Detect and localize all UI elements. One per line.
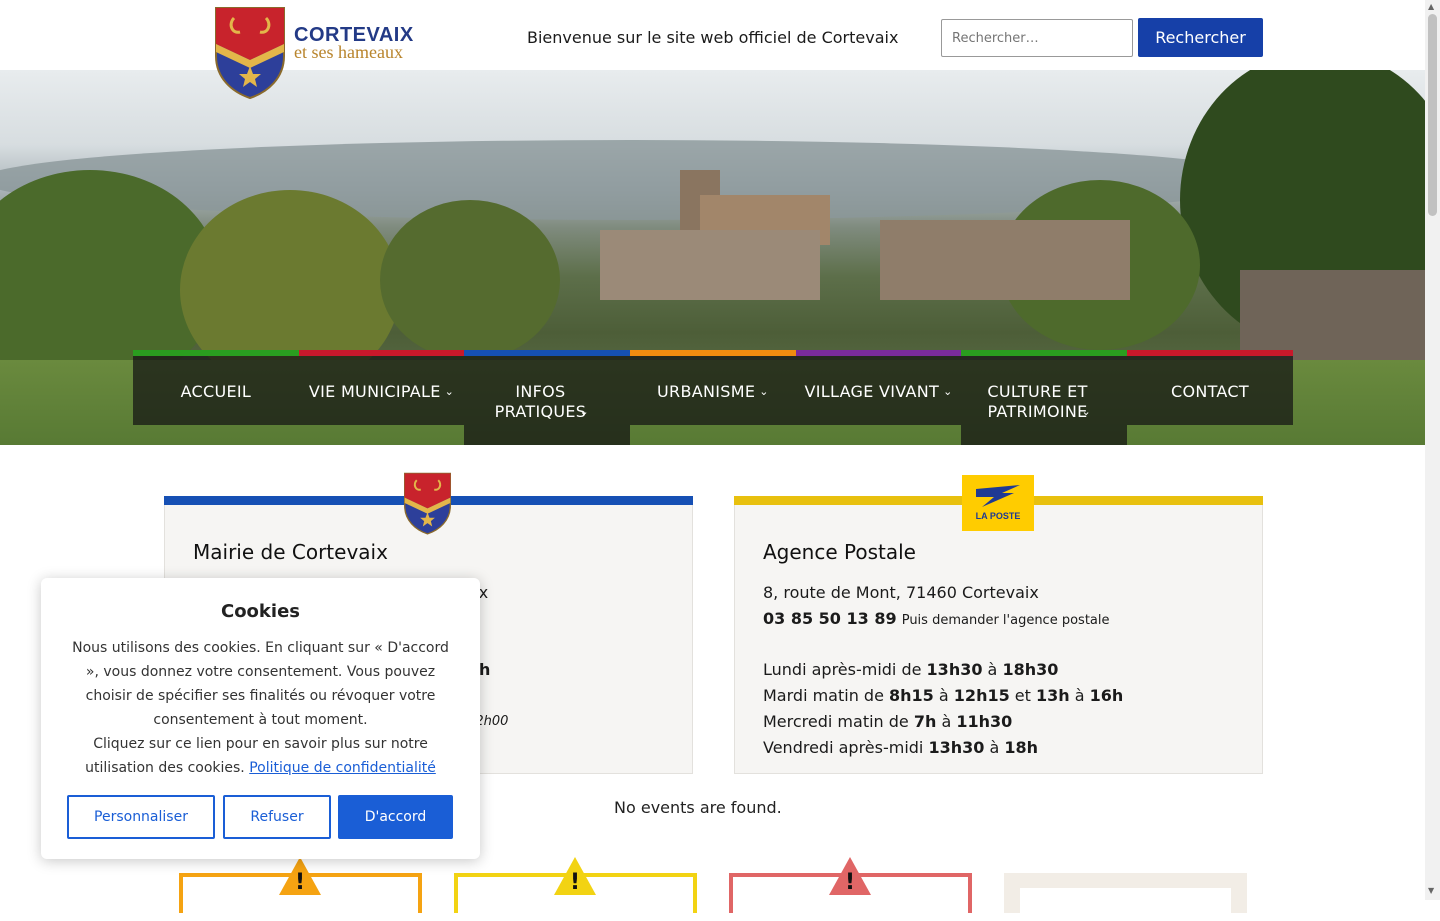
nav-contact[interactable]: CONTACT <box>1127 350 1293 425</box>
svg-text:LA POSTE: LA POSTE <box>976 511 1021 521</box>
hours-wednesday: Mercredi matin de 7h à 11h30 <box>763 712 1013 731</box>
refuse-button[interactable]: Refuser <box>223 795 331 839</box>
nav-label: VIE MUNICIPALE <box>308 381 441 401</box>
cookie-title: Cookies <box>220 601 300 622</box>
main-nav: ACCUEIL VIE MUNICIPALE ⌄ INFOS PRATIQUES ⌄… <box>133 350 1293 445</box>
nav-label: URBANISME <box>657 381 756 401</box>
nav-urbanisme[interactable]: URBANISME ⌄ <box>630 350 796 425</box>
nav-culture-patrimoine[interactable]: CULTURE ET PATRIMOINE ⌄ <box>961 350 1128 445</box>
scrollbar-thumb[interactable] <box>1428 14 1437 216</box>
cookie-dialog: Cookies Nous utilisons des cookies. En c… <box>41 578 480 859</box>
events-empty-message: No events are found. <box>614 798 782 817</box>
poste-phone-note: Puis demander l'agence postale <box>901 613 1110 628</box>
hours-monday: Lundi après-midi de 13h30 à 18h30 <box>763 660 1059 679</box>
cookie-text: Nous utilisons des cookies. En cliquant … <box>67 636 454 780</box>
chevron-down-icon: ⌄ <box>943 384 953 398</box>
poste-phone[interactable]: 03 85 50 13 89 <box>763 609 897 628</box>
privacy-policy-link[interactable]: Politique de confidentialité <box>249 760 436 776</box>
coat-of-arms-icon <box>404 472 451 535</box>
nav-village-vivant[interactable]: VILLAGE VIVANT ⌄ <box>795 350 962 425</box>
nav-infos-pratiques[interactable]: INFOS PRATIQUES ⌄ <box>464 350 631 445</box>
coat-of-arms-icon <box>215 7 285 100</box>
chevron-down-icon: ⌄ <box>579 404 589 418</box>
hours-friday: Vendredi après-midi 13h30 à 18h <box>763 738 1039 757</box>
logo-subtitle: et ses hameaux <box>294 42 403 62</box>
scroll-down-icon[interactable]: ▼ <box>1428 886 1434 895</box>
customize-button[interactable]: Personnaliser <box>67 795 215 839</box>
poste-phone-line: 03 85 50 13 89 Puis demander l'agence po… <box>763 609 1110 628</box>
hours-tuesday: Mardi matin de 8h15 à 12h15 et 13h à 16h <box>763 686 1124 705</box>
nav-label: CONTACT <box>1170 381 1249 401</box>
chevron-down-icon: ⌄ <box>444 384 455 398</box>
welcome-text: Bienvenue sur le site web officiel de Co… <box>527 28 899 47</box>
search-button[interactable]: Rechercher <box>1138 18 1263 57</box>
site-header: CORTEVAIX et ses hameaux Bienvenue sur l… <box>0 0 1425 100</box>
accept-button[interactable]: D'accord <box>338 795 453 839</box>
scroll-up-icon[interactable]: ▲ <box>1428 2 1434 11</box>
chevron-down-icon: ⌄ <box>1081 404 1092 418</box>
svg-text:!: ! <box>295 870 305 895</box>
poste-title: Agence Postale <box>763 540 916 564</box>
la-poste-logo: LA POSTE <box>962 475 1034 531</box>
nav-label: CULTURE ET PATRIMOINE <box>987 381 1088 421</box>
svg-text:!: ! <box>570 870 580 895</box>
nav-label: VILLAGE VIVANT <box>804 381 940 401</box>
site-logo[interactable]: CORTEVAIX et ses hameaux <box>212 4 432 100</box>
warning-icon: ! <box>829 857 871 895</box>
poste-card: Agence Postale 8, route de Mont, 71460 C… <box>734 496 1263 774</box>
poste-address: 8, route de Mont, 71460 Cortevaix <box>763 583 1039 602</box>
warning-icon: ! <box>279 857 321 895</box>
search-input[interactable] <box>941 19 1133 57</box>
cookie-consent-text: Nous utilisons des cookies. En cliquant … <box>72 640 449 728</box>
nav-accueil[interactable]: ACCUEIL <box>133 350 299 425</box>
mairie-title: Mairie de Cortevaix <box>193 540 388 564</box>
warning-icon: ! <box>554 857 596 895</box>
la-poste-bird-icon: LA POSTE <box>976 485 1021 521</box>
alert-box[interactable] <box>1004 873 1247 918</box>
nav-label: ACCUEIL <box>180 381 252 401</box>
svg-text:!: ! <box>845 870 855 895</box>
mairie-hours: h <box>479 660 491 679</box>
nav-vie-municipale[interactable]: VIE MUNICIPALE ⌄ <box>298 350 465 425</box>
chevron-down-icon: ⌄ <box>759 384 769 398</box>
page-scrollbar[interactable]: ▲ ▼ <box>1425 0 1440 900</box>
